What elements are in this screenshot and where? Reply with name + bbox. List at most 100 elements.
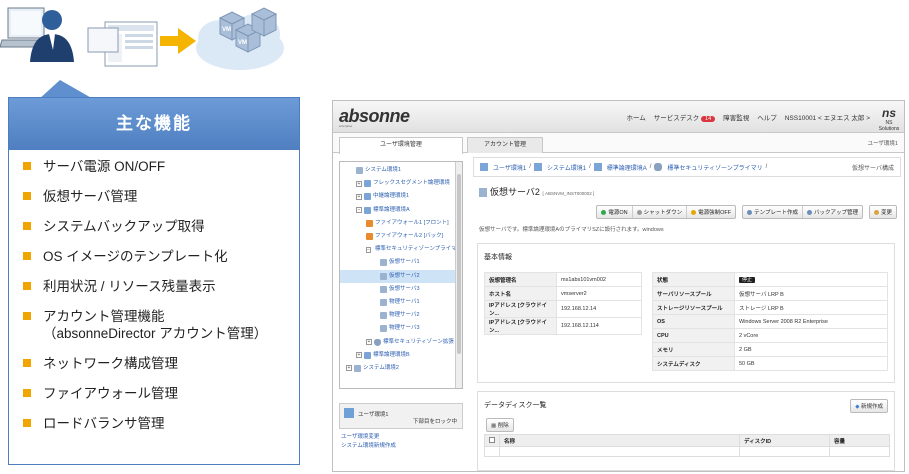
tree-node[interactable]: 仮想サーバ3 bbox=[340, 283, 462, 296]
tree-toggle-icon[interactable]: − bbox=[356, 207, 362, 214]
info-value: ms1abs101vm002 bbox=[556, 272, 642, 287]
tree-toggle-icon[interactable]: − bbox=[366, 246, 371, 253]
checkbox-icon[interactable] bbox=[489, 436, 495, 443]
feature-item: ネットワーク構成管理 bbox=[23, 355, 299, 372]
breadcrumb-item[interactable]: 標準論理環境A bbox=[607, 163, 647, 172]
power-on-label: 電源ON bbox=[608, 210, 628, 216]
nav-help[interactable]: ヘルプ bbox=[757, 112, 777, 122]
info-key: 状態 bbox=[652, 272, 735, 287]
console-screen-icon bbox=[87, 21, 158, 67]
tree-node[interactable]: + 中継論理環境1 bbox=[340, 190, 462, 203]
tree-node[interactable]: 仮想サーバ2 bbox=[340, 269, 462, 283]
select-all-checkbox[interactable] bbox=[484, 434, 500, 447]
tree-node[interactable]: − 標準セキュリティゾーンプライマリ bbox=[340, 243, 462, 256]
tree-node-label: 仮想サーバ3 bbox=[389, 285, 420, 292]
tree-toggle-icon[interactable]: + bbox=[356, 180, 362, 187]
tree-scrollbar[interactable] bbox=[455, 162, 462, 388]
feature-item: OS イメージのテンプレート化 bbox=[23, 248, 299, 265]
tree-toggle-icon[interactable]: + bbox=[346, 365, 352, 372]
tab-user-env[interactable]: ユーザ環境管理 bbox=[339, 137, 463, 154]
column-header-label: 名称 bbox=[504, 438, 516, 445]
tree-node[interactable]: 物理サーバ3 bbox=[340, 322, 462, 335]
tree-toggle-icon[interactable]: + bbox=[356, 352, 362, 359]
link-change-user-env[interactable]: ユーザ環境変更 bbox=[341, 433, 396, 442]
tree-toggle-icon[interactable]: + bbox=[366, 339, 372, 346]
delete-disk-button[interactable]: ▦ 削除 bbox=[486, 418, 514, 432]
column-header[interactable]: 名称 bbox=[499, 434, 740, 447]
warning-icon bbox=[691, 210, 697, 216]
table-row[interactable] bbox=[484, 446, 890, 457]
tree-toggle-icon[interactable]: + bbox=[356, 193, 362, 200]
management-buttons: テンプレート作成 バックアップ管理 bbox=[742, 205, 863, 219]
breadcrumb-item[interactable]: システム環境1 bbox=[547, 163, 586, 172]
info-value-text: 仮想サーバ LRP B bbox=[739, 291, 784, 298]
info-row: サーバリソースプール 仮想サーバ LRP B bbox=[652, 286, 888, 301]
tree-node-label: システム環境1 bbox=[365, 167, 401, 174]
column-header[interactable]: ディスクID bbox=[739, 434, 830, 447]
tree-node[interactable]: + 標準セキュリティゾーン拡張 bbox=[340, 335, 462, 348]
system-env-icon bbox=[533, 163, 542, 171]
feature-item: （absonneDirector アカウント管理） bbox=[23, 325, 299, 342]
tab-context: ユーザ環境1 bbox=[867, 141, 898, 147]
info-value-text: ストレージ LRP B bbox=[739, 305, 784, 312]
network-icon bbox=[364, 206, 371, 214]
info-key: IPアドレス [クラウドイン... bbox=[484, 317, 557, 335]
info-value-text: 192.168.12.114 bbox=[561, 323, 599, 329]
column-header[interactable]: 容量 bbox=[829, 434, 890, 447]
tree-node[interactable]: + フレックスセグメント論理環境 bbox=[340, 177, 462, 190]
info-row: ホスト名 vmserver2 bbox=[484, 286, 642, 301]
breadcrumb-item[interactable]: 標準セキュリティゾーンプライマリ bbox=[667, 163, 762, 172]
server-icon bbox=[380, 259, 387, 267]
current-user[interactable]: NSS10001 < エヌエス 太郎 > bbox=[785, 112, 870, 122]
tree-node[interactable]: システム環境1 bbox=[340, 164, 462, 177]
breadcrumb: ユーザ環境1/ システム環境1/ 標準論理環境A / 標準セキュリティゾーンプライ… bbox=[473, 157, 901, 177]
tree-node[interactable]: − 標準論理環境A bbox=[340, 204, 462, 217]
server-icon bbox=[380, 285, 387, 293]
tree-node[interactable]: ファイアウォール2 [バック] bbox=[340, 230, 462, 243]
info-value: Windows Server 2008 R2 Enterprise bbox=[734, 314, 888, 329]
network-icon bbox=[364, 180, 371, 188]
link-create-system-env[interactable]: システム環境新規作成 bbox=[341, 442, 396, 451]
bullet-icon bbox=[23, 389, 31, 397]
tree-node[interactable]: 仮想サーバ1 bbox=[340, 256, 462, 269]
nav-service-desk[interactable]: サービスデスク 14 bbox=[654, 112, 716, 122]
tree-node-label: 物理サーバ2 bbox=[389, 312, 420, 319]
edit-button[interactable]: 変更 bbox=[870, 206, 896, 218]
backup-button[interactable]: バックアップ管理 bbox=[803, 206, 862, 218]
tree-node[interactable]: ファイアウォール1 [フロント] bbox=[340, 217, 462, 230]
power-buttons: 電源ON シャットダウン 電源強制OFF bbox=[596, 205, 737, 219]
info-value: 2 vCore bbox=[734, 328, 888, 343]
notification-badge: 14 bbox=[701, 116, 716, 122]
create-template-button[interactable]: テンプレート作成 bbox=[743, 206, 803, 218]
tree-node[interactable]: + システム環境2 bbox=[340, 362, 462, 375]
tree-node-label: 標準論理環境A bbox=[373, 206, 410, 213]
info-row: IPアドレス [クラウドイン... 192.168.12.114 bbox=[484, 317, 642, 335]
nav-home[interactable]: ホーム bbox=[626, 112, 645, 122]
tree-node[interactable]: + 標準論理環境B bbox=[340, 349, 462, 362]
feature-label: 仮想サーバ管理 bbox=[43, 189, 138, 204]
tab-account[interactable]: アカウント管理 bbox=[467, 137, 543, 153]
nav-fault-monitor[interactable]: 障害監視 bbox=[723, 112, 749, 122]
shield-icon bbox=[374, 338, 381, 346]
feature-label: サーバ電源 ON/OFF bbox=[43, 159, 166, 174]
info-value: ストレージ LRP B bbox=[734, 300, 888, 315]
breadcrumb-item[interactable]: ユーザ環境1 bbox=[493, 163, 526, 172]
feature-item: 仮想サーバ管理 bbox=[23, 188, 299, 205]
new-disk-button[interactable]: ◆ 新規作成 bbox=[850, 399, 888, 413]
delete-disk-label: 削除 bbox=[497, 423, 509, 429]
feature-list: サーバ電源 ON/OFF 仮想サーバ管理 システムバックアップ取得 OS イメージのテ… bbox=[9, 150, 299, 432]
tree-node-label: 仮想サーバ2 bbox=[389, 272, 420, 279]
server-icon bbox=[479, 188, 487, 198]
tab-bar: ユーザ環境管理 アカウント管理 ユーザ環境1 bbox=[333, 133, 904, 154]
scrollbar-thumb[interactable] bbox=[457, 174, 461, 354]
info-key: ストレージリソースプール bbox=[652, 300, 735, 315]
app-header: absonne enterprise ホーム サービスデスク 14 障害監視 ヘ… bbox=[333, 101, 904, 133]
info-row: システムディスク 50 GB bbox=[652, 356, 888, 371]
power-on-button[interactable]: 電源ON bbox=[597, 206, 633, 218]
tree-node[interactable]: 物理サーバ1 bbox=[340, 296, 462, 309]
force-off-button[interactable]: 電源強制OFF bbox=[687, 206, 735, 218]
shutdown-button[interactable]: シャットダウン bbox=[633, 206, 688, 218]
tree-node[interactable]: 物理サーバ2 bbox=[340, 309, 462, 322]
info-value-text: ms1abs101vm002 bbox=[561, 276, 606, 283]
info-value-text: 2 vCore bbox=[739, 332, 759, 339]
